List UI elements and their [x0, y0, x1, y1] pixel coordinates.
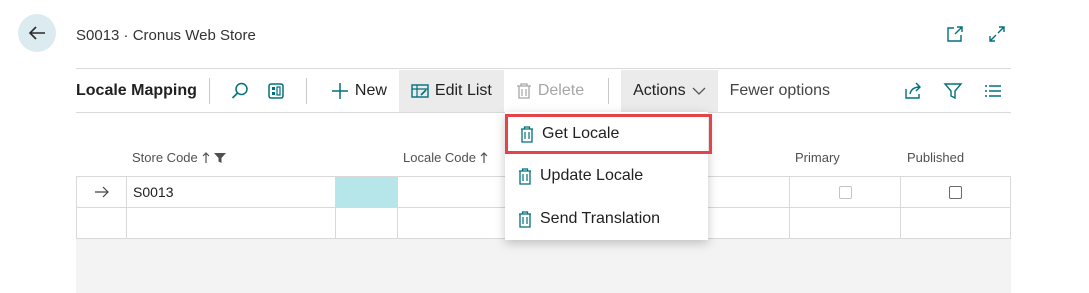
sort-ascending-icon [202, 151, 210, 163]
fewer-options-label: Fewer options [729, 82, 831, 99]
header-divider [76, 68, 1011, 69]
share-icon[interactable] [895, 70, 931, 112]
expand-icon[interactable] [987, 24, 1007, 44]
selected-cell[interactable] [335, 177, 397, 207]
empty-cell[interactable] [335, 208, 397, 238]
open-new-window-icon[interactable] [945, 24, 965, 44]
grid-empty-area [76, 239, 1011, 293]
edit-list-button[interactable]: Edit List [398, 70, 504, 112]
trash-icon [516, 83, 531, 99]
current-row-arrow-icon [94, 186, 109, 198]
tile-view-icon[interactable] [258, 70, 294, 112]
menu-item-get-locale[interactable]: Get Locale [505, 114, 712, 154]
primary-cell[interactable] [789, 208, 900, 238]
column-header-locale-code[interactable]: Locale Code [403, 150, 488, 165]
action-bar: Locale Mapping New Edit List Delete Acti… [76, 70, 1011, 112]
column-header-store-code[interactable]: Store Code [132, 150, 226, 165]
new-button[interactable]: New [319, 70, 399, 112]
published-cell[interactable] [900, 177, 1011, 207]
delete-button[interactable]: Delete [504, 70, 596, 112]
plus-icon [331, 83, 348, 99]
primary-checkbox[interactable] [838, 185, 852, 199]
published-checkbox[interactable] [949, 185, 962, 199]
filter-applied-icon [213, 152, 226, 163]
actions-label: Actions [633, 82, 686, 99]
delete-label: Delete [537, 82, 585, 99]
sort-ascending-icon [480, 151, 488, 163]
row-selector[interactable] [76, 208, 126, 238]
chevron-down-icon [692, 87, 706, 95]
action-icon [519, 210, 531, 228]
menu-item-update-locale[interactable]: Update Locale [505, 158, 708, 194]
edit-list-label: Edit List [434, 82, 492, 99]
edit-list-icon [411, 84, 429, 98]
list-view-icon[interactable] [975, 70, 1011, 112]
actions-dropdown-menu: Get Locale Update Locale Send Translatio… [505, 112, 712, 240]
action-icon [519, 167, 531, 185]
store-code-cell[interactable] [126, 208, 335, 238]
search-icon[interactable] [222, 70, 258, 112]
arrow-left-icon [28, 26, 45, 40]
column-header-primary[interactable]: Primary [795, 150, 840, 165]
actions-button[interactable]: Actions [621, 70, 718, 112]
page-title: S0013 · Cronus Web Store [76, 27, 256, 44]
filter-icon[interactable] [935, 70, 971, 112]
back-button[interactable] [18, 14, 56, 52]
action-icon [521, 125, 533, 143]
row-selector[interactable] [76, 177, 126, 207]
new-label: New [354, 82, 387, 99]
primary-cell[interactable] [789, 177, 900, 207]
store-code-cell[interactable]: S0013 [126, 177, 335, 207]
column-header-published[interactable]: Published [907, 150, 964, 165]
menu-item-send-translation[interactable]: Send Translation [505, 201, 708, 237]
published-cell[interactable] [900, 208, 1011, 238]
fewer-options-button[interactable]: Fewer options [718, 70, 843, 112]
page-part-title: Locale Mapping [76, 82, 197, 99]
